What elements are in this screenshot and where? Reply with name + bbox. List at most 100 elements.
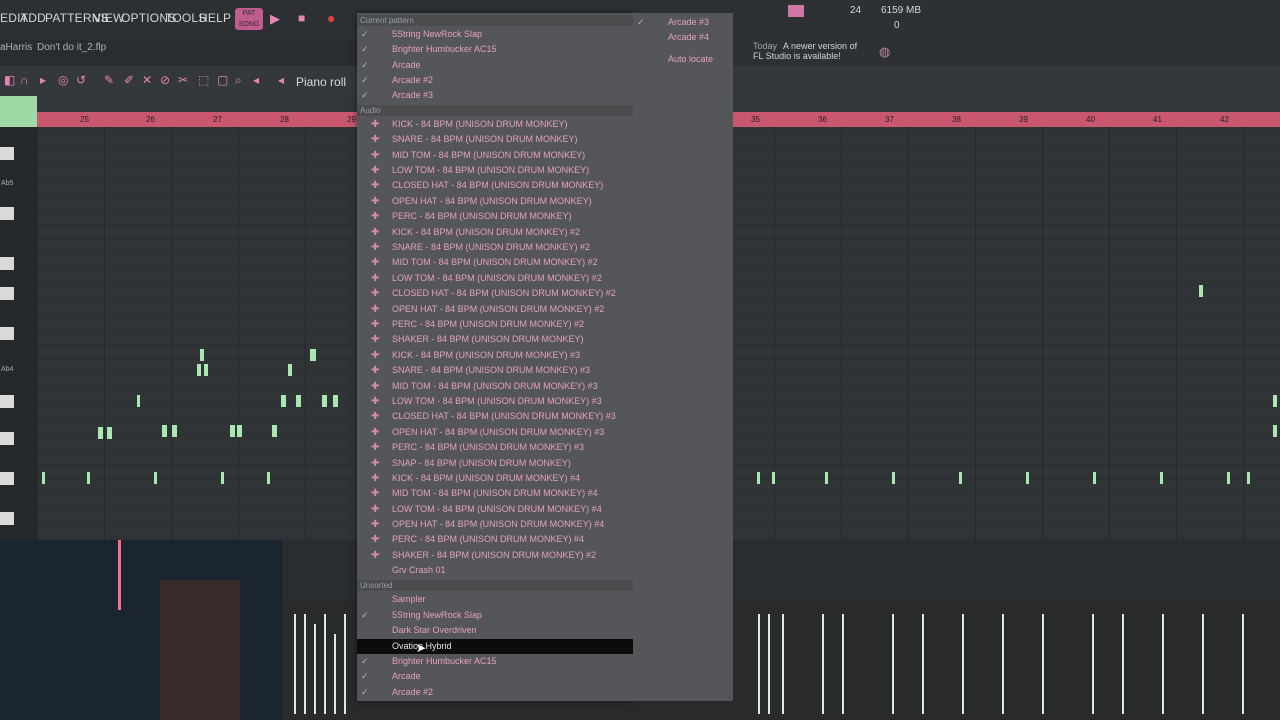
velocity-bar[interactable]	[822, 614, 824, 714]
menu-item-current[interactable]: ✓ Brighter Humbucker AC15	[357, 42, 633, 57]
velocity-bar[interactable]	[1122, 614, 1124, 714]
velocity-bar[interactable]	[922, 614, 924, 714]
note[interactable]	[172, 425, 177, 437]
menu-item-audio[interactable]: ✚ PERC - 84 BPM (UNISON DRUM MONKEY) #2	[357, 317, 633, 332]
menu-item-audio[interactable]: ✚ LOW TOM - 84 BPM (UNISON DRUM MONKEY) #…	[357, 502, 633, 517]
piano-key[interactable]	[0, 147, 14, 160]
note[interactable]	[288, 364, 292, 376]
note[interactable]	[1160, 472, 1163, 484]
note[interactable]	[204, 364, 208, 376]
note[interactable]	[892, 472, 895, 484]
snap-icon[interactable]: ∩	[20, 74, 32, 86]
menu-item-audio[interactable]: ✚ SNARE - 84 BPM (UNISON DRUM MONKEY) #2	[357, 240, 633, 255]
menu-item-audio[interactable]: ✚ SHAKER - 84 BPM (UNISON DRUM MONKEY) #2	[357, 548, 633, 563]
menu-item-unsorted[interactable]: ✓ 5String NewRock Slap	[357, 608, 633, 623]
note[interactable]	[221, 472, 224, 484]
menu-item-audio[interactable]: ✚ OPEN HAT - 84 BPM (UNISON DRUM MONKEY) …	[357, 517, 633, 532]
pencil-icon[interactable]: ✎	[104, 74, 116, 86]
note[interactable]	[322, 395, 327, 407]
menu-item-audio[interactable]: Grv Crash 01	[357, 563, 633, 578]
select-icon[interactable]: ⬚	[198, 74, 210, 86]
target-icon[interactable]: ◎	[58, 74, 70, 86]
menu-item-unsorted[interactable]: Sampler	[357, 592, 633, 607]
note[interactable]	[162, 425, 167, 437]
menu-item-audio[interactable]: ✚ LOW TOM - 84 BPM (UNISON DRUM MONKEY) #…	[357, 394, 633, 409]
menu-item-audio[interactable]: ✚ KICK - 84 BPM (UNISON DRUM MONKEY)	[357, 117, 633, 132]
menu-item-audio[interactable]: ✚ CLOSED HAT - 84 BPM (UNISON DRUM MONKEY…	[357, 286, 633, 301]
velocity-bar[interactable]	[334, 634, 336, 714]
menu-item-audio[interactable]: ✚ MID TOM - 84 BPM (UNISON DRUM MONKEY) #…	[357, 255, 633, 270]
note[interactable]	[237, 425, 242, 437]
note[interactable]	[825, 472, 828, 484]
note[interactable]	[107, 427, 112, 439]
menu-item-audio[interactable]: ✚ OPEN HAT - 84 BPM (UNISON DRUM MONKEY) …	[357, 302, 633, 317]
menu-item-audio[interactable]: ✚ OPEN HAT - 84 BPM (UNISON DRUM MONKEY)	[357, 194, 633, 209]
menu-item-audio[interactable]: ✚ SNARE - 84 BPM (UNISON DRUM MONKEY) #3	[357, 363, 633, 378]
velocity-bar[interactable]	[314, 624, 316, 714]
play-icon[interactable]: ▶	[270, 11, 280, 27]
menu-item-audio[interactable]: ✚ KICK - 84 BPM (UNISON DRUM MONKEY) #2	[357, 225, 633, 240]
menu-item-audio[interactable]: ✚ LOW TOM - 84 BPM (UNISON DRUM MONKEY) #…	[357, 271, 633, 286]
velocity-bar[interactable]	[1092, 614, 1094, 714]
velocity-bar[interactable]	[1202, 614, 1204, 714]
note[interactable]	[267, 472, 270, 484]
menu-item-current[interactable]: ✓ 5String NewRock Slap	[357, 27, 633, 42]
note[interactable]	[42, 472, 45, 484]
note[interactable]	[230, 425, 235, 437]
menu-item-audio[interactable]: ✚ MID TOM - 84 BPM (UNISON DRUM MONKEY) #…	[357, 379, 633, 394]
menu-item-audio[interactable]: ✚ SNAP - 84 BPM (UNISON DRUM MONKEY)	[357, 456, 633, 471]
arrow-icon[interactable]: ◂	[278, 74, 290, 86]
play-preview-icon[interactable]: ▸	[40, 74, 52, 86]
brush-icon[interactable]: ✐	[124, 74, 136, 86]
velocity-bar[interactable]	[842, 614, 844, 714]
note[interactable]	[272, 425, 277, 437]
menu-item-audio[interactable]: ✚ KICK - 84 BPM (UNISON DRUM MONKEY) #3	[357, 348, 633, 363]
menu-item-unsorted-highlighted[interactable]: Ovation Hybrid	[357, 639, 633, 654]
menu-item-audio[interactable]: ✚ LOW TOM - 84 BPM (UNISON DRUM MONKEY)	[357, 163, 633, 178]
piano-key[interactable]	[0, 472, 14, 485]
velocity-bar[interactable]	[1042, 614, 1044, 714]
piano-key[interactable]	[0, 512, 14, 525]
note[interactable]	[959, 472, 962, 484]
menu-view[interactable]: VIEW	[93, 11, 124, 25]
pat-song-toggle[interactable]: PAT SONG	[235, 8, 263, 30]
speaker-icon[interactable]: ◂	[253, 74, 265, 86]
slice-icon[interactable]: ✂	[178, 74, 190, 86]
velocity-bar[interactable]	[1242, 614, 1244, 714]
note[interactable]	[197, 364, 201, 376]
velocity-bar[interactable]	[768, 614, 770, 714]
note[interactable]	[98, 427, 103, 439]
menu-add[interactable]: ADD	[20, 11, 46, 25]
note[interactable]	[333, 395, 338, 407]
note[interactable]	[154, 472, 157, 484]
note[interactable]	[1247, 472, 1250, 484]
auto-locate[interactable]: Auto locate	[668, 54, 713, 64]
piano-key[interactable]	[0, 432, 14, 445]
undo-icon[interactable]: ↺	[76, 74, 88, 86]
velocity-bar[interactable]	[344, 614, 346, 714]
side-item-arcade-3[interactable]: Arcade #3	[668, 17, 709, 27]
globe-icon[interactable]: ◍	[879, 44, 890, 60]
menu-item-audio[interactable]: ✚ PERC - 84 BPM (UNISON DRUM MONKEY)	[357, 209, 633, 224]
menu-item-current[interactable]: ✓ Arcade	[357, 58, 633, 73]
menu-item-current[interactable]: ✓ Arcade #3	[357, 88, 633, 103]
record-icon[interactable]: ●	[327, 10, 335, 26]
velocity-bar[interactable]	[782, 614, 784, 714]
menu-item-audio[interactable]: ✚ PERC - 84 BPM (UNISON DRUM MONKEY) #4	[357, 532, 633, 547]
mute-icon[interactable]: ⊘	[160, 74, 172, 86]
note[interactable]	[281, 395, 286, 407]
piano-key[interactable]	[0, 327, 14, 340]
velocity-bar[interactable]	[1002, 614, 1004, 714]
velocity-bar[interactable]	[294, 614, 296, 714]
note[interactable]	[1227, 472, 1230, 484]
note[interactable]	[87, 472, 90, 484]
note[interactable]	[137, 395, 140, 407]
menu-item-audio[interactable]: ✚ PERC - 84 BPM (UNISON DRUM MONKEY) #3	[357, 440, 633, 455]
note[interactable]	[1273, 425, 1277, 437]
menu-item-audio[interactable]: ✚ MID TOM - 84 BPM (UNISON DRUM MONKEY) #…	[357, 486, 633, 501]
stop-icon[interactable]: ■	[298, 11, 305, 25]
piano-key[interactable]	[0, 287, 14, 300]
menu-item-audio[interactable]: ✚ MID TOM - 84 BPM (UNISON DRUM MONKEY)	[357, 148, 633, 163]
note[interactable]	[757, 472, 760, 484]
velocity-bar[interactable]	[758, 614, 760, 714]
